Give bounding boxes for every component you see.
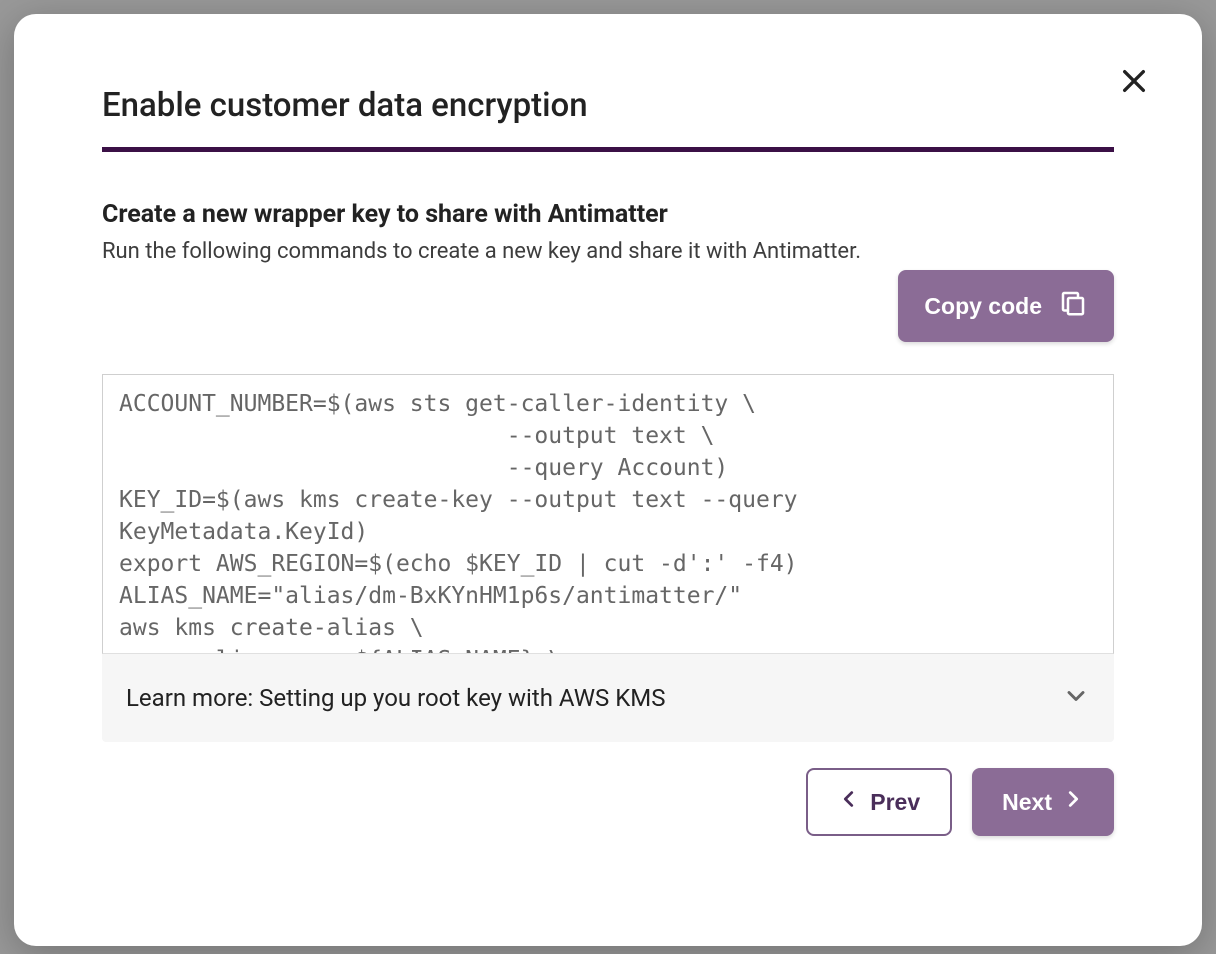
code-block[interactable]: ACCOUNT_NUMBER=$(aws sts get-caller-iden… <box>102 374 1114 654</box>
copy-code-button[interactable]: Copy code <box>898 270 1114 342</box>
close-icon <box>1118 65 1150 100</box>
section-subtext: Run the following commands to create a n… <box>102 239 1114 264</box>
section-heading: Create a new wrapper key to share with A… <box>102 200 1114 229</box>
next-button[interactable]: Next <box>972 768 1114 836</box>
accordion-label: Learn more: Setting up you root key with… <box>126 684 665 712</box>
close-button[interactable] <box>1112 60 1156 104</box>
encryption-modal: Enable customer data encryption Create a… <box>14 14 1202 946</box>
chevron-left-icon <box>838 788 860 816</box>
modal-footer: Prev Next <box>102 768 1114 836</box>
copy-icon <box>1058 288 1088 324</box>
chevron-down-icon <box>1062 682 1090 714</box>
copy-row: Copy code <box>102 270 1114 342</box>
prev-button[interactable]: Prev <box>806 768 952 836</box>
modal-title: Enable customer data encryption <box>102 86 1114 152</box>
learn-more-accordion[interactable]: Learn more: Setting up you root key with… <box>102 654 1114 742</box>
chevron-right-icon <box>1062 788 1084 816</box>
prev-label: Prev <box>870 789 920 816</box>
next-label: Next <box>1002 789 1052 816</box>
copy-code-label: Copy code <box>924 293 1042 320</box>
